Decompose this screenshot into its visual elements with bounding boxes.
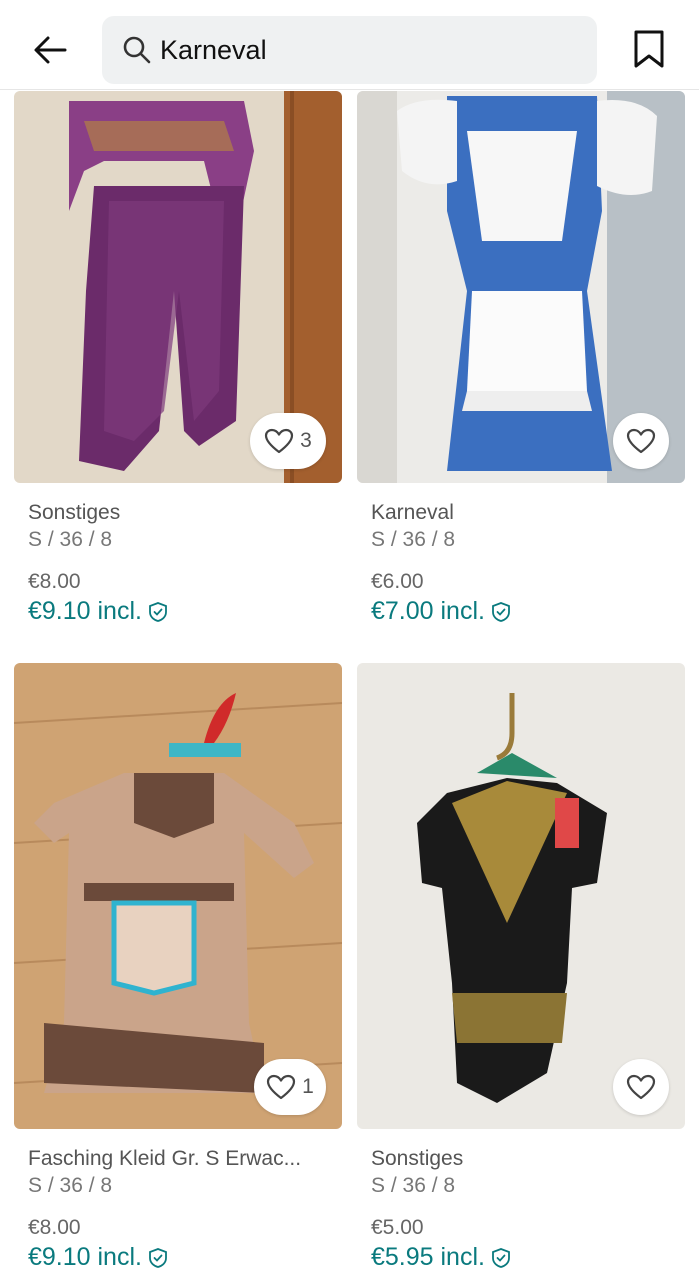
- favorite-count: 1: [302, 1075, 314, 1098]
- heart-icon: [626, 1074, 656, 1100]
- product-price: €8.00: [28, 570, 81, 593]
- product-price-incl[interactable]: €9.10 incl.: [28, 1243, 168, 1272]
- product-price-incl[interactable]: €7.00 incl.: [371, 597, 511, 626]
- price-incl-text: €9.10 incl.: [28, 1243, 142, 1271]
- price-incl-text: €7.00 incl.: [371, 597, 485, 625]
- search-input[interactable]: [160, 34, 580, 66]
- back-button[interactable]: [28, 28, 72, 72]
- shield-check-icon: [149, 1247, 167, 1268]
- product-size: S / 36 / 8: [28, 1174, 113, 1197]
- arrow-left-icon: [34, 36, 67, 64]
- favorite-button[interactable]: 3: [250, 413, 326, 469]
- shield-check-icon: [492, 1247, 510, 1268]
- product-price: €5.00: [371, 1216, 424, 1239]
- save-search-button[interactable]: [628, 26, 670, 72]
- search-bar[interactable]: [102, 16, 597, 84]
- product-size: S / 36 / 8: [371, 528, 456, 551]
- favorite-button[interactable]: [613, 1059, 669, 1115]
- product-size: S / 36 / 8: [371, 1174, 456, 1197]
- heart-icon: [265, 428, 294, 454]
- product-price: €6.00: [371, 570, 424, 593]
- shield-check-icon: [149, 601, 167, 622]
- heart-icon: [267, 1074, 296, 1100]
- search-icon: [123, 36, 151, 64]
- top-bar: [0, 0, 699, 90]
- bookmark-icon: [634, 30, 664, 68]
- product-price-incl[interactable]: €5.95 incl.: [371, 1243, 511, 1272]
- product-brand: Sonstiges: [371, 1147, 464, 1170]
- favorite-button[interactable]: 1: [254, 1059, 326, 1115]
- product-brand: Fasching Kleid Gr. S Erwac...: [28, 1147, 302, 1170]
- price-incl-text: €9.10 incl.: [28, 597, 142, 625]
- product-price-incl[interactable]: €9.10 incl.: [28, 597, 168, 626]
- shield-check-icon: [492, 601, 510, 622]
- price-incl-text: €5.95 incl.: [371, 1243, 485, 1271]
- favorite-count: 3: [300, 429, 312, 452]
- product-brand: Karneval: [371, 501, 454, 524]
- favorite-button[interactable]: [613, 413, 669, 469]
- product-price: €8.00: [28, 1216, 81, 1239]
- product-brand: Sonstiges: [28, 501, 121, 524]
- product-size: S / 36 / 8: [28, 528, 113, 551]
- heart-icon: [626, 428, 656, 454]
